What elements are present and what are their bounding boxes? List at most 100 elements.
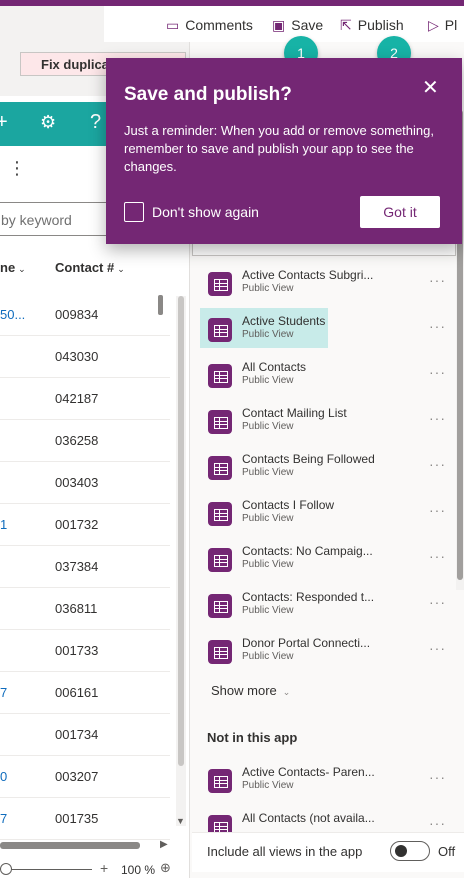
- table-row[interactable]: 001733: [0, 630, 170, 672]
- table-row[interactable]: 7 001735: [0, 798, 170, 840]
- grid-rows: 50... 009834 043030 042187 036258 003403 1 0017…: [0, 294, 170, 840]
- more-options-icon[interactable]: ···: [429, 769, 446, 785]
- view-type: Public View: [242, 559, 294, 570]
- add-icon[interactable]: +: [0, 112, 8, 132]
- view-type: Public View: [242, 467, 294, 478]
- include-all-views-label: Include all views in the app: [207, 844, 363, 859]
- scroll-right-arrow-icon[interactable]: ▶: [160, 839, 168, 850]
- view-item[interactable]: Active Students Public View ···: [200, 308, 462, 354]
- row-contact-number: 001733: [55, 643, 99, 658]
- view-name: All Contacts (not availa...: [242, 811, 375, 825]
- view-item[interactable]: Contacts: No Campaig... Public View ···: [200, 538, 462, 584]
- view-name: Contact Mailing List: [242, 406, 347, 420]
- view-type: Public View: [242, 329, 294, 340]
- dont-show-again-checkbox[interactable]: [124, 202, 144, 222]
- scrollbar-thumb[interactable]: [178, 296, 184, 766]
- table-row[interactable]: 036811: [0, 588, 170, 630]
- more-options-icon[interactable]: ···: [429, 815, 446, 831]
- save-icon: ▣: [272, 17, 286, 33]
- table-view-icon: [208, 502, 232, 526]
- table-view-icon: [208, 272, 232, 296]
- comments-button[interactable]: ▭ Comments: [166, 17, 253, 34]
- table-view-icon: [208, 548, 232, 572]
- more-options-icon[interactable]: ···: [429, 548, 446, 564]
- table-row[interactable]: 042187: [0, 378, 170, 420]
- row-name-link[interactable]: 7: [0, 685, 7, 700]
- view-type: Public View: [242, 375, 294, 386]
- zoom-in-icon[interactable]: +: [100, 860, 108, 876]
- more-options-icon[interactable]: ···: [429, 318, 446, 334]
- got-it-button[interactable]: Got it: [360, 196, 440, 228]
- include-all-views-footer: Include all views in the app Off: [192, 832, 464, 872]
- view-item[interactable]: Donor Portal Connecti... Public View ···: [200, 630, 462, 676]
- view-item[interactable]: Contacts Being Followed Public View ···: [200, 446, 462, 492]
- table-view-icon: [208, 640, 232, 664]
- include-all-views-toggle[interactable]: [390, 841, 430, 861]
- chevron-down-icon: ⌄: [117, 264, 125, 274]
- more-options-icon[interactable]: ···: [429, 410, 446, 426]
- table-row[interactable]: 001734: [0, 714, 170, 756]
- table-row[interactable]: 003403: [0, 462, 170, 504]
- row-contact-number: 003207: [55, 769, 99, 784]
- table-view-icon: [208, 364, 232, 388]
- table-row[interactable]: 1 001732: [0, 504, 170, 546]
- table-row[interactable]: 043030: [0, 336, 170, 378]
- grid-horizontal-scrollbar[interactable]: ▶: [0, 839, 170, 851]
- zoom-slider-track[interactable]: [4, 869, 92, 870]
- more-options-icon[interactable]: ···: [429, 502, 446, 518]
- save-button[interactable]: ▣ Save: [272, 17, 323, 34]
- fit-to-screen-icon[interactable]: ⊕: [160, 860, 171, 876]
- row-name-link[interactable]: 1: [0, 517, 7, 532]
- command-bar: ▭ Comments ▣ Save ⇱ Publish ▷ Pl: [104, 6, 464, 42]
- more-options-icon[interactable]: ···: [429, 364, 446, 380]
- grid-vertical-scrollbar[interactable]: [158, 295, 163, 315]
- publish-button[interactable]: ⇱ Publish: [340, 17, 404, 34]
- row-contact-number: 001735: [55, 811, 99, 826]
- view-name: Contacts: No Campaig...: [242, 544, 373, 558]
- view-name: Contacts Being Followed: [242, 452, 375, 466]
- row-contact-number: 036258: [55, 433, 99, 448]
- row-name-link[interactable]: 50...: [0, 307, 25, 322]
- table-row[interactable]: 036258: [0, 420, 170, 462]
- left-vertical-scrollbar[interactable]: ▼: [176, 296, 186, 826]
- more-options-icon[interactable]: ⋮: [8, 158, 26, 179]
- toggle-knob: [395, 845, 407, 857]
- row-name-link[interactable]: 0: [0, 769, 7, 784]
- view-item[interactable]: Active Contacts Subgri... Public View ···: [200, 262, 462, 308]
- view-item[interactable]: Contact Mailing List Public View ···: [200, 400, 462, 446]
- scroll-down-arrow-icon[interactable]: ▼: [176, 816, 185, 826]
- table-row[interactable]: 7 006161: [0, 672, 170, 714]
- more-options-icon[interactable]: ···: [429, 594, 446, 610]
- table-view-icon: [208, 769, 232, 793]
- view-item[interactable]: All Contacts Public View ···: [200, 354, 462, 400]
- more-options-icon[interactable]: ···: [429, 272, 446, 288]
- play-button[interactable]: ▷ Pl: [428, 17, 457, 34]
- view-name: All Contacts: [242, 360, 307, 374]
- scrollbar-thumb[interactable]: [0, 842, 140, 849]
- view-name: Active Students: [242, 314, 326, 328]
- more-options-icon[interactable]: ···: [429, 640, 446, 656]
- chevron-down-icon: ⌄: [18, 264, 26, 274]
- search-placeholder: by keyword: [1, 212, 72, 228]
- gear-icon[interactable]: ⚙: [40, 112, 56, 132]
- comment-icon: ▭: [166, 17, 180, 33]
- view-item[interactable]: Contacts: Responded t... Public View ···: [200, 584, 462, 630]
- close-icon[interactable]: ✕: [422, 78, 439, 98]
- zoom-control: + 100 % ⊕: [0, 858, 189, 878]
- row-name-link[interactable]: 7: [0, 811, 7, 826]
- callout-body: Just a reminder: When you add or remove …: [124, 123, 434, 174]
- zoom-slider-knob[interactable]: [0, 863, 12, 875]
- table-row[interactable]: 0 003207: [0, 756, 170, 798]
- more-options-icon[interactable]: ···: [429, 456, 446, 472]
- view-type: Public View: [242, 421, 294, 432]
- column-header-name[interactable]: ne ⌄: [0, 260, 26, 275]
- view-item[interactable]: Contacts I Follow Public View ···: [200, 492, 462, 538]
- table-row[interactable]: 50... 009834: [0, 294, 170, 336]
- publish-icon: ⇱: [340, 17, 352, 33]
- table-row[interactable]: 037384: [0, 546, 170, 588]
- show-more-button[interactable]: Show more ⌄: [211, 683, 290, 698]
- help-icon[interactable]: ?: [90, 112, 101, 132]
- view-item[interactable]: Active Contacts- Paren... Public View ···: [200, 759, 462, 805]
- table-view-icon: [208, 456, 232, 480]
- column-header-contact[interactable]: Contact # ⌄: [55, 260, 125, 275]
